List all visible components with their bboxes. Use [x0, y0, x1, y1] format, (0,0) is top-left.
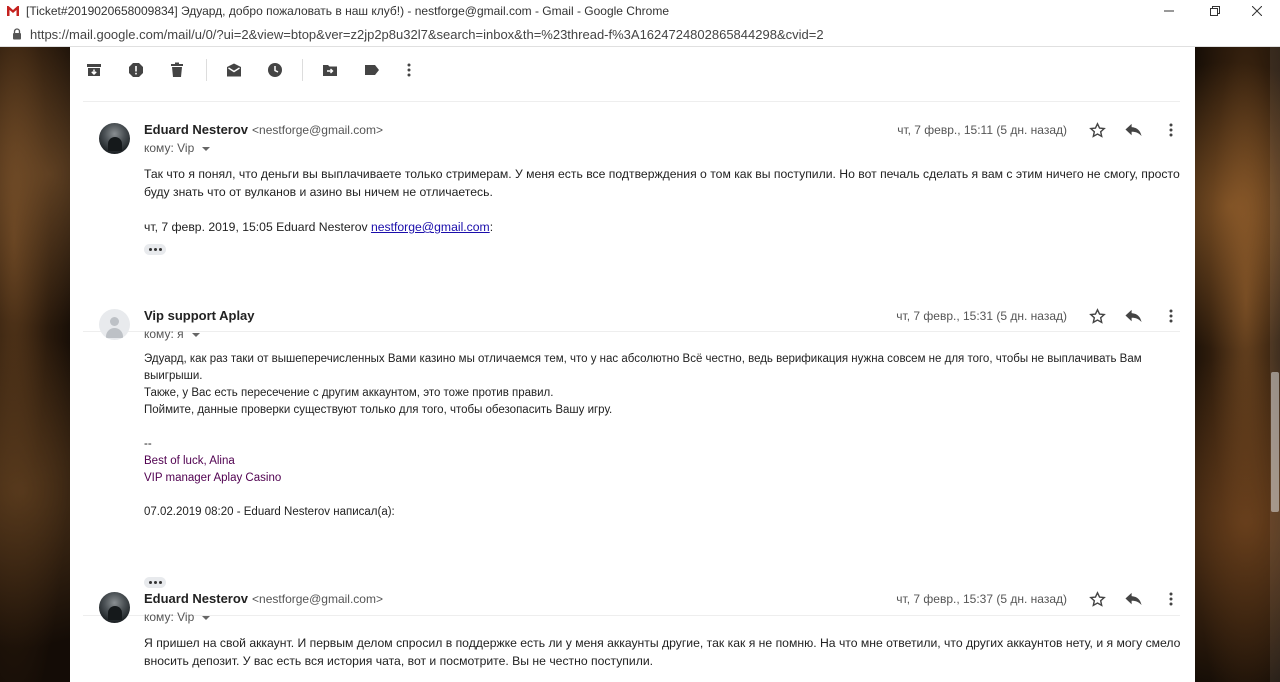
- more-vert-icon[interactable]: [399, 60, 419, 80]
- recipient-details[interactable]: кому: я: [144, 327, 200, 341]
- label-icon[interactable]: [362, 60, 382, 80]
- body-line: Поймите, данные проверки существуют толь…: [144, 404, 613, 416]
- star-icon[interactable]: [1087, 306, 1107, 326]
- recipient-label: кому: Vip: [144, 141, 195, 155]
- quote-email-link[interactable]: nestforge@gmail.com: [371, 220, 490, 234]
- star-icon[interactable]: [1087, 589, 1107, 609]
- signature-dash: --: [144, 438, 152, 450]
- avatar[interactable]: [99, 592, 130, 623]
- sender-name[interactable]: Eduard Nesterov: [144, 122, 248, 137]
- reply-icon[interactable]: [1123, 306, 1143, 326]
- chevron-down-icon[interactable]: [202, 615, 211, 620]
- avatar[interactable]: [99, 123, 130, 154]
- gmail-message-panel: Eduard Nesterov <nestforge@gmail.com> ком…: [70, 47, 1195, 682]
- message-body: Эдуард, как раз таки от вышеперечисленны…: [144, 351, 1184, 521]
- delete-icon[interactable]: [167, 60, 187, 80]
- chevron-down-icon[interactable]: [202, 146, 211, 151]
- message-body: Так что я понял, что деньги вы выплачива…: [144, 165, 1184, 236]
- window-title: [Ticket#2019020658009834] Эдуард, добро …: [26, 4, 669, 18]
- wallpaper-right: [1195, 47, 1280, 682]
- quote-header: чт, 7 февр. 2019, 15:05 Eduard Nesterov …: [144, 218, 1184, 236]
- body-line: выигрыши.: [144, 370, 203, 382]
- minimize-button[interactable]: [1146, 0, 1192, 22]
- snooze-icon[interactable]: [265, 60, 285, 80]
- report-spam-icon[interactable]: [126, 60, 146, 80]
- reply-icon[interactable]: [1123, 120, 1143, 140]
- mark-unread-icon[interactable]: [224, 60, 244, 80]
- chevron-down-icon[interactable]: [191, 332, 200, 337]
- sender-email: <nestforge@gmail.com>: [252, 592, 383, 606]
- signature-line: Best of luck, Alina: [144, 455, 235, 467]
- body-line: Я пришел на свой аккаунт. И первым делом…: [144, 636, 1181, 650]
- body-line: Так что я понял, что деньги вы выплачива…: [144, 167, 1180, 181]
- recipient-details[interactable]: кому: Vip: [144, 610, 211, 624]
- sender-name[interactable]: Vip support Aplay: [144, 308, 255, 323]
- message-body: Я пришел на свой аккаунт. И первым делом…: [144, 634, 1184, 670]
- address-bar[interactable]: https://mail.google.com/mail/u/0/?ui=2&v…: [0, 22, 1280, 47]
- message-date: чт, 7 февр., 15:31 (5 дн. назад): [896, 309, 1067, 323]
- message-toolbar: [70, 47, 1195, 93]
- quote-suffix: :: [489, 220, 494, 234]
- reply-icon[interactable]: [1123, 589, 1143, 609]
- recipient-label: кому: Vip: [144, 610, 195, 624]
- body-line: Эдуард, как раз таки от вышеперечисленны…: [144, 353, 1142, 365]
- quote-header: 07.02.2019 08:20 - Eduard Nesterov напис…: [144, 506, 395, 518]
- sender[interactable]: Vip support Aplay: [144, 308, 255, 323]
- star-icon[interactable]: [1087, 120, 1107, 140]
- more-vert-icon[interactable]: [1161, 589, 1181, 609]
- archive-icon[interactable]: [84, 60, 104, 80]
- move-to-icon[interactable]: [320, 60, 340, 80]
- more-vert-icon[interactable]: [1161, 306, 1181, 326]
- url-text[interactable]: https://mail.google.com/mail/u/0/?ui=2&v…: [30, 27, 824, 42]
- message-3: Eduard Nesterov <nestforge@gmail.com> ком…: [83, 571, 1180, 682]
- show-trimmed-content-button[interactable]: [144, 244, 166, 255]
- body-line: буду знать что от вулканов и азино вы ни…: [144, 185, 493, 199]
- window-title-bar: [Ticket#2019020658009834] Эдуард, добро …: [0, 0, 1280, 22]
- recipient-details[interactable]: кому: Vip: [144, 141, 211, 155]
- sender-name[interactable]: Eduard Nesterov: [144, 591, 248, 606]
- signature-line: VIP manager Aplay Casino: [144, 472, 282, 484]
- wallpaper-left: [0, 47, 70, 682]
- scrollbar-thumb[interactable]: [1271, 372, 1279, 512]
- page-scrollbar[interactable]: [1270, 47, 1280, 682]
- message-date: чт, 7 февр., 15:37 (5 дн. назад): [896, 592, 1067, 606]
- body-line: вносить депозит. У вас есть вся история …: [144, 654, 654, 668]
- sender[interactable]: Eduard Nesterov <nestforge@gmail.com>: [144, 591, 383, 606]
- message-date: чт, 7 февр., 15:11 (5 дн. назад): [897, 123, 1067, 137]
- recipient-label: кому: я: [144, 327, 184, 341]
- gmail-logo-icon: [6, 5, 20, 17]
- sender[interactable]: Eduard Nesterov <nestforge@gmail.com>: [144, 122, 383, 137]
- close-window-button[interactable]: [1234, 0, 1280, 22]
- maximize-button[interactable]: [1192, 0, 1238, 22]
- body-line: Также, у Вас есть пересечение с другим а…: [144, 387, 554, 399]
- message-2: Vip support Aplay кому: я чт, 7 февр., 1…: [83, 288, 1181, 616]
- lock-icon: [12, 28, 22, 40]
- more-vert-icon[interactable]: [1161, 120, 1181, 140]
- sender-email: <nestforge@gmail.com>: [252, 123, 383, 137]
- default-avatar-icon[interactable]: [99, 309, 130, 340]
- quote-prefix: чт, 7 февр. 2019, 15:05 Eduard Nesterov: [144, 220, 371, 234]
